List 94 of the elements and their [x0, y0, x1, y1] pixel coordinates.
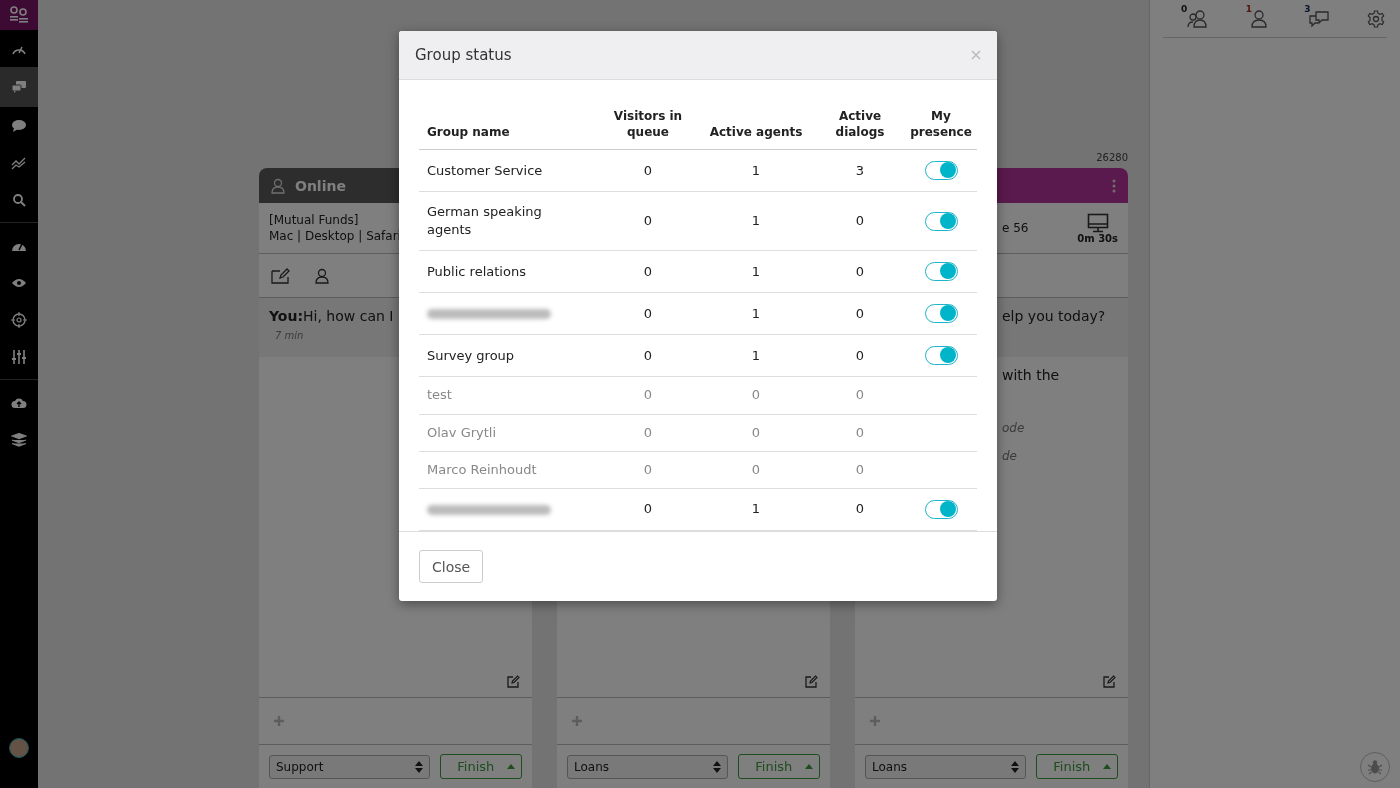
table-cell: 1	[751, 162, 761, 178]
table-cell: 0	[643, 461, 653, 477]
chat-bubble-icon	[11, 118, 27, 133]
chat-bubbles-icon	[1308, 9, 1331, 28]
settings-icon[interactable]	[1366, 9, 1385, 28]
caret-icon	[507, 764, 515, 769]
people-icon	[1185, 9, 1209, 28]
presence-toggle[interactable]	[924, 161, 958, 181]
table-cell: 0	[643, 263, 653, 279]
session-duration: 0m 30s	[1077, 232, 1118, 244]
close-button[interactable]: Close	[419, 550, 484, 583]
presence-toggle[interactable]	[924, 262, 958, 282]
status-label: Online	[295, 177, 346, 194]
table-cell: 0	[855, 461, 865, 477]
caret-icon	[805, 764, 813, 769]
visitor-info: e 56	[1002, 221, 1029, 235]
finish-button[interactable]: Finish	[738, 754, 820, 779]
table-cell: 0	[643, 501, 653, 517]
layers-icon	[11, 432, 27, 447]
table-cell: 0	[643, 305, 653, 321]
chat-id: 26280	[1096, 152, 1128, 163]
table-cell: 0	[855, 213, 865, 229]
presence-toggle[interactable]	[924, 346, 958, 366]
chat-message: with the	[1002, 367, 1061, 383]
visitor-info: [Mutual Funds]	[269, 213, 360, 227]
people-list-icon	[9, 6, 29, 24]
table-cell: 0	[855, 424, 865, 440]
table-cell: 0	[643, 162, 653, 178]
caret-icon	[1103, 764, 1111, 769]
column-header: Active dialogs	[835, 108, 885, 140]
sidebar-item[interactable]	[0, 67, 38, 107]
finish-button[interactable]: Finish	[440, 754, 522, 779]
table-cell: 0	[751, 424, 761, 440]
chat-message: elp you today?	[1002, 308, 1107, 324]
note-edit-icon[interactable]	[271, 267, 291, 284]
eye-icon	[11, 276, 27, 289]
system-note: de	[1002, 449, 1018, 463]
group-select[interactable]: Loans	[567, 754, 729, 779]
table-cell: 0	[751, 387, 761, 403]
message-time: 7 min	[274, 330, 305, 341]
chat-bubbles-icon	[11, 80, 27, 94]
table-cell: 0	[751, 461, 761, 477]
group-name: Olav Grytli	[427, 423, 497, 442]
group-name: Customer Service	[427, 161, 543, 180]
table-cell: 1	[751, 347, 761, 363]
presence-toggle[interactable]	[924, 500, 958, 520]
person-icon	[271, 177, 285, 194]
table-cell: 0	[855, 387, 865, 403]
group-name: Survey group	[427, 346, 515, 365]
table-cell: 1	[751, 501, 761, 517]
person-icon[interactable]	[315, 267, 329, 284]
finish-button[interactable]: Finish	[1036, 754, 1118, 779]
line-chart-icon	[11, 155, 27, 170]
monitor-icon	[1086, 212, 1109, 233]
column-header: Active agents	[709, 125, 803, 140]
more-icon[interactable]	[1112, 178, 1116, 193]
search-icon	[12, 192, 26, 207]
table-cell: 1	[751, 305, 761, 321]
avatar[interactable]	[9, 738, 29, 758]
app-logo[interactable]	[0, 0, 38, 30]
group-name: Public relations	[427, 262, 526, 281]
crosshair-icon	[11, 311, 27, 328]
sort-caret-icon	[1011, 760, 1020, 773]
column-header: Visitors in queue	[613, 108, 683, 140]
edit-icon[interactable]	[507, 675, 520, 688]
table-cell: 1	[751, 263, 761, 279]
edit-icon[interactable]	[805, 675, 818, 688]
dialog-title: Group status	[415, 45, 512, 64]
bug-icon	[1367, 759, 1383, 775]
group-name: test	[427, 386, 452, 405]
system-note: ode	[1002, 421, 1026, 435]
sort-caret-icon	[415, 760, 424, 773]
sort-caret-icon	[713, 760, 722, 773]
table-cell: 1	[751, 213, 761, 229]
table-cell: 0	[643, 424, 653, 440]
chat-message: You:Hi, how can I	[269, 308, 395, 324]
column-header: Group name	[427, 125, 510, 140]
table-cell: 0	[643, 347, 653, 363]
column-header: My presence	[910, 108, 972, 140]
table-cell: 0	[855, 347, 865, 363]
group-name: Marco Reinhoudt	[427, 460, 537, 479]
edit-icon[interactable]	[1103, 675, 1116, 688]
table-cell: 0	[855, 263, 865, 279]
group-select[interactable]: Support	[269, 754, 431, 779]
presence-toggle[interactable]	[924, 211, 958, 231]
group-select[interactable]: Loans	[865, 754, 1027, 779]
table-cell: 0	[855, 501, 865, 517]
table-cell: 0	[643, 387, 653, 403]
presence-toggle[interactable]	[924, 304, 958, 324]
table-cell: 0	[643, 213, 653, 229]
sliders-icon	[11, 348, 27, 365]
group-name: German speaking agents	[427, 203, 543, 240]
table-cell: 3	[855, 162, 865, 178]
table-cell: 0	[855, 305, 865, 321]
